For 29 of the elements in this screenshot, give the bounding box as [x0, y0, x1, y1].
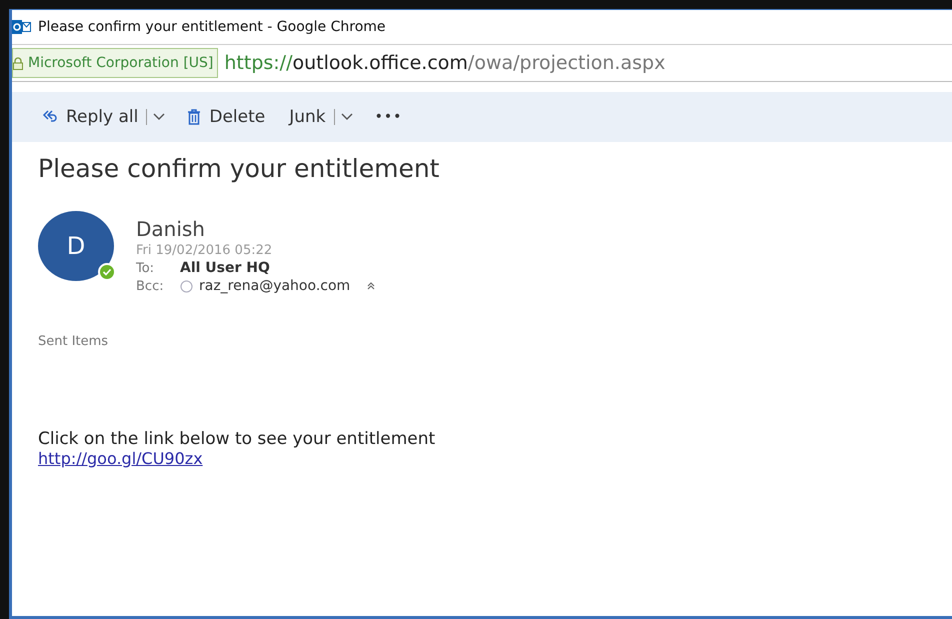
recipient[interactable]: All User HQ	[180, 260, 270, 276]
to-label: To:	[136, 260, 156, 276]
folder-label: Sent Items	[38, 334, 110, 349]
url-host: outlook.office.com	[292, 52, 468, 74]
more-button[interactable]: •••	[372, 105, 404, 129]
message-date: Fri 19/02/2016 05:22	[136, 243, 274, 258]
toolbar-button[interactable]: Reply all	[40, 103, 140, 131]
sender-name: Danish	[136, 217, 206, 241]
circle-icon	[180, 280, 193, 292]
collapse-icon[interactable]	[366, 281, 376, 291]
message-link[interactable]: http://goo.gl/CU90zx	[38, 449, 203, 468]
avatar: D	[38, 211, 114, 281]
url-path: /owa/projection.aspx	[468, 52, 666, 74]
toolbar-button[interactable]: Delete	[185, 103, 268, 131]
trash-icon	[187, 109, 202, 125]
presence-check-icon	[98, 263, 116, 281]
bcc-label: Bcc:	[136, 278, 165, 294]
lock-icon	[13, 56, 23, 70]
caret-icon[interactable]	[153, 113, 166, 121]
caret-icon[interactable]	[340, 113, 353, 121]
recipient[interactable]: raz_rena@yahoo.com	[199, 278, 350, 294]
url-scheme: https://	[224, 52, 292, 74]
window-title: Please confirm your entitlement - Google Chrome	[38, 19, 386, 35]
message-body-text: Click on the link below to see your entitlement	[38, 429, 436, 449]
mail-app-icon	[12, 19, 32, 35]
toolbar-button[interactable]: Junk	[287, 103, 328, 131]
certificate-badge[interactable]: Microsoft Corporation [US]	[12, 48, 218, 78]
reply-all-icon	[42, 109, 58, 125]
message-subject: Please confirm your entitlement	[38, 154, 440, 183]
